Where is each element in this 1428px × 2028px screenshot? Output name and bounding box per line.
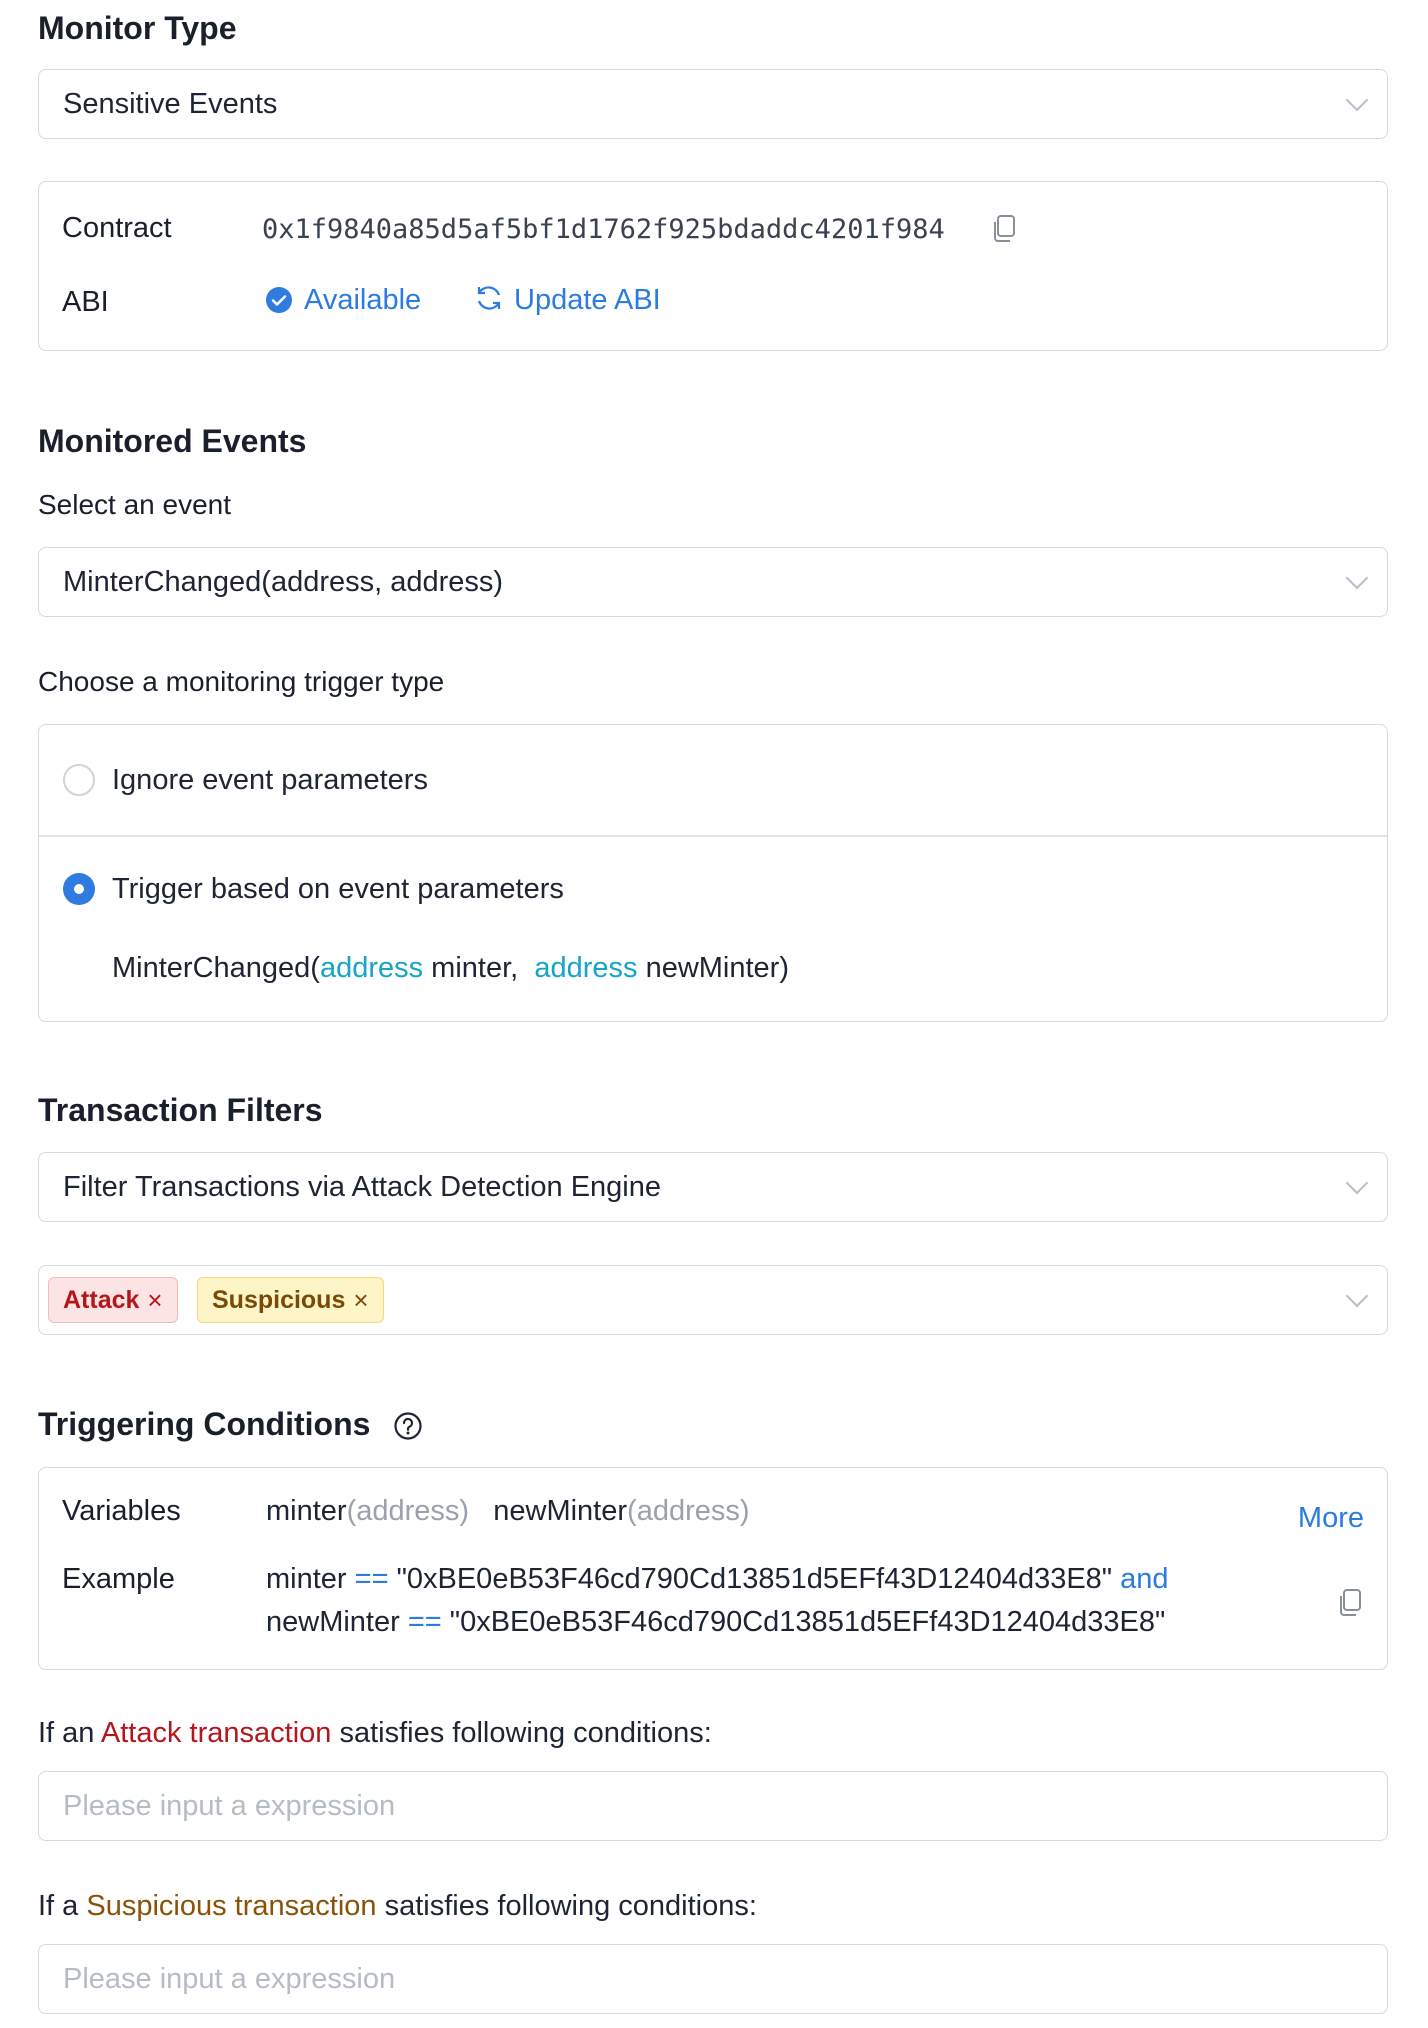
input-placeholder: Please input a expression [63,1962,396,1995]
chevron-down-icon [1345,566,1369,590]
tag-label: Attack [63,1285,140,1314]
question-circle-icon[interactable] [393,1411,423,1446]
event-select-value: MinterChanged(address, address) [63,565,504,598]
select-event-label: Select an event [38,489,232,520]
trigger-type-label: Choose a monitoring trigger type [38,666,445,697]
attack-expression-input[interactable]: Please input a expression [38,1771,1388,1841]
example-operator: == [354,1563,389,1595]
filter-select-value: Filter Transactions via Attack Detection… [63,1170,662,1203]
radio-button[interactable] [63,764,95,796]
monitor-type-value: Sensitive Events [63,87,278,120]
example-line-2: newMinter == "0xBE0eB53F46cd790Cd13851d5… [266,1604,1165,1640]
example-value: "0xBE0eB53F46cd790Cd13851d5EFf43D12404d3… [449,1606,1166,1638]
variable-type: (address) [627,1495,750,1527]
update-abi-button[interactable]: Update ABI [474,282,661,318]
abi-status: Available [304,284,422,316]
attack-condition-label: If an Attack transaction satisfies follo… [38,1715,712,1751]
param-name: minter, [423,952,519,984]
example-value: "0xBE0eB53F46cd790Cd13851d5EFf43D12404d3… [396,1563,1113,1595]
contract-address: 0x1f9840a85d5af5bf1d1762f925bdaddc4201f9… [262,214,945,245]
variable-name: minter [266,1495,347,1527]
close-icon[interactable]: × [353,1285,368,1316]
example-line-1: minter == "0xBE0eB53F46cd790Cd13851d5EFf… [266,1561,1169,1597]
monitor-type-heading: Monitor Type [38,10,237,46]
abi-label: ABI [62,286,109,318]
example-label: Example [62,1563,175,1595]
attack-highlight: Attack transaction [100,1717,332,1749]
tag-suspicious: Suspicious × [197,1277,384,1323]
example-and: and [1120,1563,1169,1595]
variables-label: Variables [62,1495,181,1527]
monitored-events-heading: Monitored Events [38,423,307,459]
monitor-config-page: Monitor Type Sensitive Events Contract 0… [0,0,1428,2028]
conditions-card: Variables minter(address) newMinter(addr… [38,1467,1388,1670]
radio-option-label: Ignore event parameters [112,764,428,796]
copy-icon[interactable] [1337,1588,1363,1623]
label-text: satisfies following conditions: [376,1890,757,1922]
variable-name: newMinter [493,1495,628,1527]
event-select[interactable]: MinterChanged(address, address) [38,547,1388,617]
input-placeholder: Please input a expression [63,1789,396,1822]
chevron-down-icon [1345,1284,1369,1308]
label-text: If a [38,1890,87,1922]
example-var: minter [266,1563,347,1595]
transaction-filters-heading: Transaction Filters [38,1092,323,1128]
variables-list: minter(address) newMinter(address) [266,1493,750,1529]
contract-label: Contract [62,212,172,244]
trigger-type-card: Ignore event parameters Trigger based on… [38,724,1388,1022]
filter-tags-select[interactable]: Attack × Suspicious × [38,1265,1388,1335]
more-link[interactable]: More [1298,1500,1364,1536]
param-type: address [534,952,638,984]
suspicious-highlight: Suspicious transaction [86,1890,377,1922]
copy-icon[interactable] [991,214,1017,249]
tag-attack: Attack × [48,1277,178,1323]
label-text: If an [38,1717,101,1749]
radio-option-trigger[interactable]: Trigger based on event parameters [39,837,1387,927]
chevron-down-icon [1345,88,1369,112]
radio-button-selected[interactable] [63,873,95,905]
radio-option-label: Trigger based on event parameters [112,873,564,905]
update-abi-label: Update ABI [514,284,661,316]
suspicious-expression-input[interactable]: Please input a expression [38,1944,1388,2014]
tag-label: Suspicious [212,1285,346,1314]
triggering-conditions-heading: Triggering Conditions [38,1406,371,1442]
close-icon[interactable]: × [147,1285,162,1316]
event-signature: MinterChanged(address minter, address ne… [112,950,789,986]
refresh-icon [474,283,504,318]
param-name: newMinter) [637,952,790,984]
radio-option-ignore[interactable]: Ignore event parameters [39,725,1387,835]
chevron-down-icon [1345,1171,1369,1195]
filter-select[interactable]: Filter Transactions via Attack Detection… [38,1152,1388,1222]
example-var: newMinter [266,1606,400,1638]
variable-type: (address) [346,1495,470,1527]
monitor-type-select[interactable]: Sensitive Events [38,69,1388,139]
event-name: MinterChanged( [112,952,320,984]
example-operator: == [407,1606,442,1638]
label-text: satisfies following conditions: [331,1717,712,1749]
contract-card: Contract 0x1f9840a85d5af5bf1d1762f925bda… [38,181,1388,351]
check-circle-icon [265,286,293,319]
param-type: address [319,952,424,984]
suspicious-condition-label: If a Suspicious transaction satisfies fo… [38,1888,757,1924]
